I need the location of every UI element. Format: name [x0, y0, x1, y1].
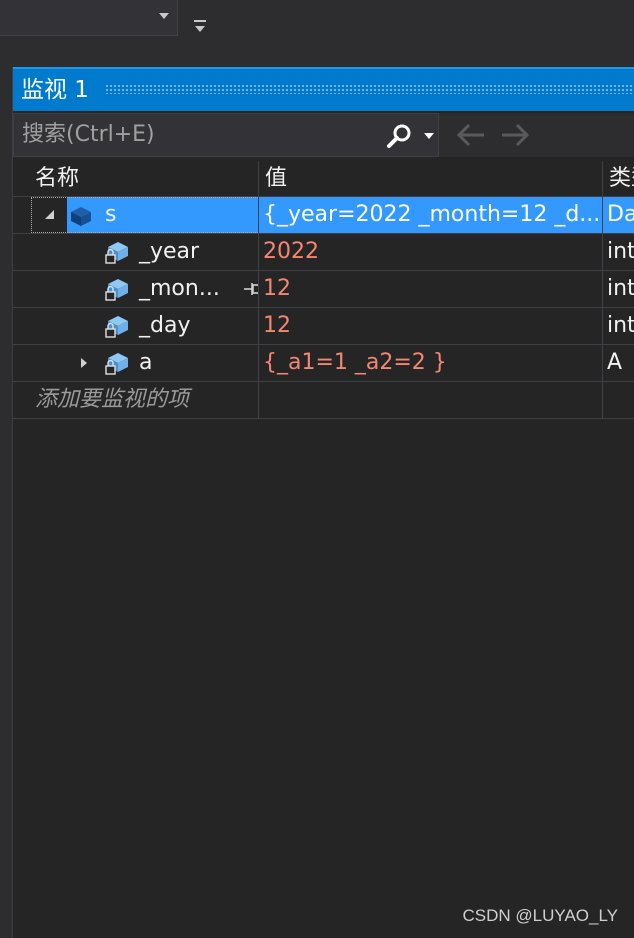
- column-header-name[interactable]: 名称: [29, 161, 258, 197]
- value-cell[interactable]: {_year=2022 _month=12 _d...: [259, 197, 602, 233]
- search-depth-dropdown[interactable]: [418, 114, 440, 158]
- table-row[interactable]: _day 12 int: [13, 308, 634, 345]
- name-cell[interactable]: a: [31, 345, 258, 381]
- table-row[interactable]: _mon... 12 int: [13, 271, 634, 308]
- add-watch-input[interactable]: 添加要监视的项: [31, 382, 258, 418]
- column-divider: [258, 382, 259, 418]
- watch-panel: 监视 1 搜索(Ctrl+E) 名称 值 类 s {_year=2022 _mo…: [12, 67, 634, 938]
- variable-name: _day: [139, 313, 191, 338]
- grid-header: 名称 值 类型: [13, 161, 634, 197]
- table-row[interactable]: _year 2022 int: [13, 234, 634, 271]
- collapse-arrow-icon[interactable]: [45, 210, 54, 219]
- private-field-icon: [105, 242, 128, 264]
- type-cell: int: [607, 239, 634, 264]
- column-header-type[interactable]: 类型: [603, 161, 634, 197]
- name-cell[interactable]: _mon...: [31, 271, 258, 307]
- name-cell[interactable]: s: [31, 197, 258, 233]
- variable-icon: [71, 207, 91, 226]
- arrow-right-icon[interactable]: [499, 121, 531, 149]
- variable-name: _mon...: [139, 276, 220, 301]
- column-header-value[interactable]: 值: [259, 161, 602, 197]
- column-divider: [602, 382, 603, 418]
- expand-arrow-icon[interactable]: [81, 358, 87, 368]
- toolbar-overflow-icon[interactable]: [194, 20, 206, 34]
- search-placeholder: 搜索(Ctrl+E): [22, 122, 155, 147]
- value-cell[interactable]: {_a1=1 _a2=2 }: [259, 345, 602, 381]
- value-cell[interactable]: 12: [259, 308, 602, 344]
- type-cell: int: [607, 276, 634, 301]
- type-cell: int: [607, 313, 634, 338]
- watch-window-screenshot: 监视 1 搜索(Ctrl+E) 名称 值 类 s {_year=2022 _mo…: [0, 0, 634, 938]
- panel-titlebar[interactable]: 监视 1: [13, 67, 634, 111]
- add-watch-row[interactable]: 添加要监视的项: [13, 382, 634, 419]
- search-input[interactable]: 搜索(Ctrl+E): [13, 113, 439, 157]
- watermark: CSDN @LUYAO_LY: [462, 906, 618, 925]
- chevron-down-icon[interactable]: [159, 13, 169, 19]
- private-field-icon: [105, 279, 128, 301]
- variable-name: s: [105, 202, 117, 227]
- chevron-down-icon: [424, 133, 434, 139]
- search-row: 搜索(Ctrl+E): [13, 113, 634, 157]
- arrow-left-icon[interactable]: [455, 121, 487, 149]
- value-cell[interactable]: 12: [259, 271, 602, 307]
- variable-name: a: [139, 350, 153, 375]
- top-toolbar: [0, 0, 634, 66]
- pin-icon[interactable]: [243, 281, 258, 297]
- type-cell: A: [607, 350, 623, 375]
- table-row[interactable]: a {_a1=1 _a2=2 } A: [13, 345, 634, 382]
- toolbar-combobox[interactable]: [0, 0, 178, 36]
- type-cell: Date: [603, 197, 634, 233]
- name-cell[interactable]: _day: [31, 308, 258, 344]
- private-field-icon: [105, 316, 128, 338]
- private-field-icon: [105, 353, 128, 375]
- variable-name: _year: [139, 239, 200, 264]
- titlebar-grip[interactable]: [105, 84, 634, 94]
- table-row[interactable]: s {_year=2022 _month=12 _d... Date: [13, 197, 634, 234]
- search-icon[interactable]: [386, 123, 412, 149]
- panel-title: 监视 1: [21, 77, 89, 103]
- name-cell[interactable]: _year: [31, 234, 258, 270]
- value-cell[interactable]: 2022: [259, 234, 602, 270]
